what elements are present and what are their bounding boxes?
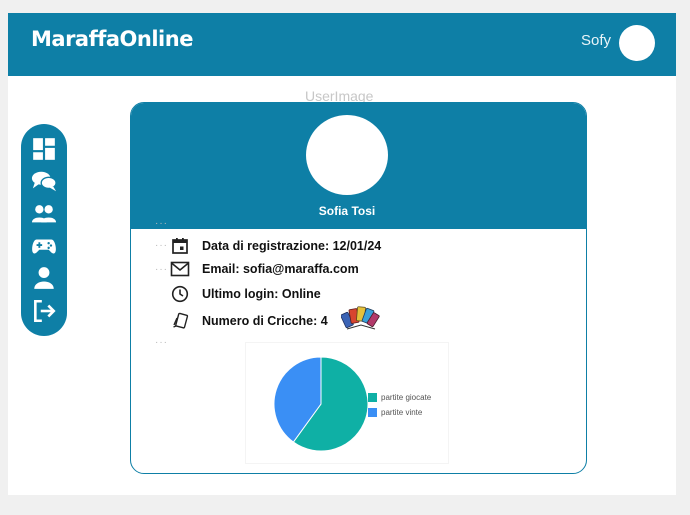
chat-icon: [31, 171, 57, 192]
profile-card: Sofia Tosi ··· ··· ··· ··· Data di regis…: [130, 102, 587, 474]
legend-item-won[interactable]: partite vinte: [368, 405, 431, 419]
mail-icon: [169, 259, 191, 279]
info-row-cricche: Numero di Cricche: 4: [169, 311, 328, 331]
top-navbar: MaraffaOnline Sofy: [8, 13, 676, 76]
legend-swatch: [368, 392, 377, 402]
cricche-count: Numero di Cricche: 4: [202, 314, 328, 328]
stats-chart-panel: partite giocate partite vinte: [246, 343, 448, 463]
profile-fullname: Sofia Tosi: [318, 204, 376, 218]
drag-handle-dots: ···: [155, 264, 168, 275]
friends-icon: [31, 205, 57, 223]
pie-chart: [273, 356, 369, 452]
gamepad-icon: [32, 239, 56, 254]
drag-handle-dots: ···: [155, 218, 168, 229]
sidebar-item-friends[interactable]: [30, 201, 58, 227]
info-row-registration: Data di registrazione: 12/01/24: [169, 236, 381, 256]
sidebar-item-chat[interactable]: [30, 168, 58, 194]
legend-swatch: [368, 407, 377, 417]
sidebar-item-logout[interactable]: [30, 298, 58, 324]
legend-item-played[interactable]: partite giocate: [368, 390, 431, 404]
legend-label: partite vinte: [381, 407, 423, 417]
registration-date: Data di registrazione: 12/01/24: [202, 239, 382, 253]
drag-handle-dots: ···: [155, 240, 168, 251]
user-avatar[interactable]: [619, 25, 655, 61]
info-row-last-login: Ultimo login: Online: [169, 284, 321, 304]
last-login-value: Ultimo login: Online: [202, 287, 321, 301]
drag-handle-dots: ···: [155, 337, 168, 348]
logout-icon: [34, 299, 56, 323]
calendar-icon: [169, 236, 191, 256]
email-value: Email: sofia@maraffa.com: [202, 262, 359, 276]
dashboard-icon: [33, 138, 55, 160]
chart-legend: partite giocate partite vinte: [368, 390, 431, 420]
cards-icon: [169, 311, 191, 331]
cricca-badge-image: [341, 306, 380, 330]
profile-icon: [34, 267, 54, 289]
username-label[interactable]: Sofy: [581, 32, 611, 49]
sidebar-item-profile[interactable]: [30, 265, 58, 291]
clock-icon: [169, 284, 191, 304]
brand-logo[interactable]: MaraffaOnline: [31, 27, 193, 51]
info-row-email: Email: sofia@maraffa.com: [169, 259, 359, 279]
profile-photo: [306, 115, 388, 195]
page: MaraffaOnline Sofy UserImage Sofia Tosi …: [8, 13, 676, 495]
sidebar-item-play[interactable]: [30, 233, 58, 259]
profile-card-header: Sofia Tosi: [131, 103, 586, 229]
sidebar-nav: [21, 124, 67, 336]
legend-label: partite giocate: [381, 392, 432, 402]
sidebar-item-dashboard[interactable]: [30, 136, 58, 162]
